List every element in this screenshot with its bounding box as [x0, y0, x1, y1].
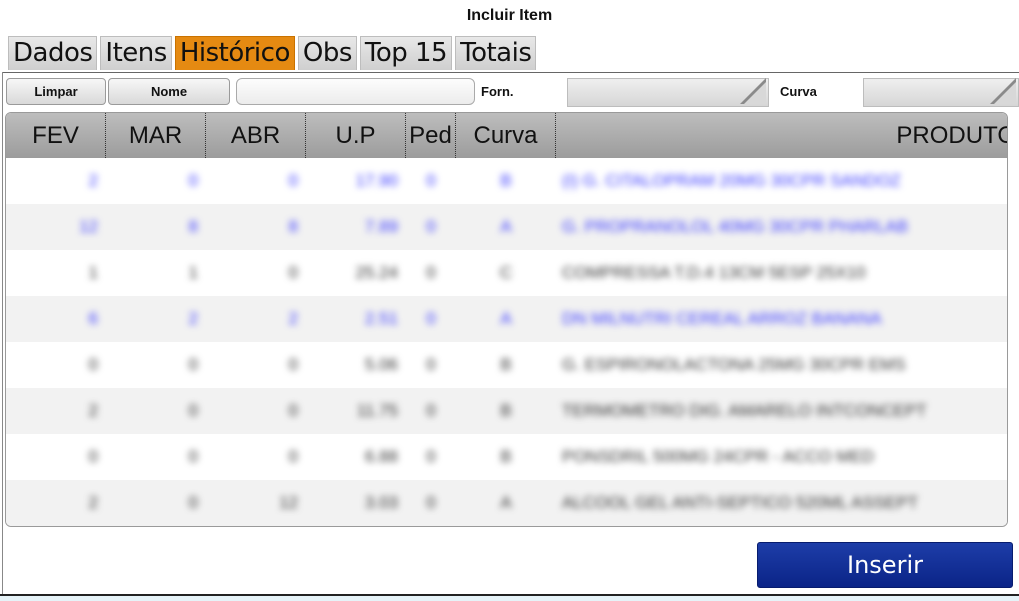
dropdown-arrow-icon: [740, 78, 766, 104]
table-cell-mar: 2: [188, 309, 198, 328]
table-cell-ped: 0: [426, 447, 436, 466]
column-header-ped[interactable]: Ped: [406, 113, 456, 158]
tab-bar: Dados Itens Histórico Obs Top 15 Totais: [8, 36, 537, 70]
column-header-abr[interactable]: ABR: [206, 113, 306, 158]
table-cell-curva: B: [500, 401, 512, 420]
table-cell-curva: B: [500, 171, 512, 190]
table-cell-abr: 8: [288, 217, 298, 236]
table-row[interactable]: 1 1 0 25.24 0 C COMPRESSA T.D.4 13CM 5ESP 25X1…: [6, 250, 1007, 296]
table-cell-abr: 2: [288, 309, 298, 328]
table-cell-ped: 0: [426, 493, 436, 512]
table-row[interactable]: 2 0 12 3.03 0 A ALCOOL GEL ANTI-SEPTICO 520ML …: [6, 480, 1007, 526]
table-cell-curva: A: [500, 217, 512, 236]
name-button[interactable]: Nome: [108, 78, 230, 105]
table-header: FEV MAR ABR U.P Ped Curva PRODUTO: [6, 113, 1007, 158]
column-header-produto[interactable]: PRODUTO: [556, 113, 1007, 158]
curve-dropdown[interactable]: [863, 78, 1019, 107]
table-cell-fev: 2: [88, 171, 98, 190]
table-cell-curva: A: [500, 309, 512, 328]
table-row[interactable]: 6 2 2 2.51 0 A DN MILNUTRI CEREAL ARROZ BANANA: [6, 296, 1007, 342]
table-row[interactable]: 0 0 0 5.06 0 B G. ESPIRONOLACTONA 25MG 30CPR E…: [6, 342, 1007, 388]
table-cell-produto: ALCOOL GEL ANTI-SEPTICO 520ML ASSEPT: [562, 493, 919, 512]
table-cell-ped: 0: [426, 171, 436, 190]
insert-button[interactable]: Inserir: [757, 542, 1013, 588]
table-cell-up: 6.88: [364, 447, 398, 466]
tab-top-15[interactable]: Top 15: [359, 36, 453, 70]
table-cell-fev: 12: [79, 217, 98, 236]
table-cell-abr: 0: [288, 447, 298, 466]
table-cell-ped: 0: [426, 263, 436, 282]
supplier-label: Forn.: [481, 84, 514, 99]
panel-border: [2, 72, 3, 595]
table-cell-produto: (I) G. CITALOPRAM 20MG 30CPR SANDOZ: [562, 171, 901, 190]
table-cell-ped: 0: [426, 355, 436, 374]
table-row[interactable]: 2 0 0 11.75 0 B TERMOMETRO DIG. AMARELO INTCON…: [6, 388, 1007, 434]
table-cell-abr: 0: [288, 171, 298, 190]
search-input[interactable]: [236, 78, 475, 105]
table-cell-up: 25.24: [355, 263, 398, 282]
tab-itens[interactable]: Itens: [100, 36, 172, 70]
table-row[interactable]: 12 8 8 7.89 0 A G. PROPRANOLOL 40MG 30CPR PHAR…: [6, 204, 1007, 250]
column-header-curva[interactable]: Curva: [456, 113, 556, 158]
table-cell-curva: C: [499, 263, 513, 282]
column-header-fev[interactable]: FEV: [6, 113, 106, 158]
table-row[interactable]: 2 0 0 17.90 0 B (I) G. CITALOPRAM 20MG 30CPR S…: [6, 158, 1007, 204]
tab-totais[interactable]: Totais: [455, 36, 537, 70]
table-cell-up: 3.03: [364, 493, 398, 512]
tab-historico[interactable]: Histórico: [174, 36, 295, 70]
table-cell-abr: 0: [288, 401, 298, 420]
table-cell-up: 7.89: [364, 217, 398, 236]
column-header-up[interactable]: U.P: [306, 113, 406, 158]
table-cell-produto: PONSDRIL 500MG 24CPR - ACCO MED: [562, 447, 875, 466]
tab-dados[interactable]: Dados: [8, 36, 98, 70]
window-title: Incluir Item: [466, 7, 553, 24]
table-cell-curva: A: [500, 493, 512, 512]
table-cell-fev: 2: [88, 401, 98, 420]
table-cell-mar: 0: [188, 401, 198, 420]
table-cell-produto: G. PROPRANOLOL 40MG 30CPR PHARLAB: [562, 217, 909, 236]
table-cell-ped: 0: [426, 401, 436, 420]
tab-obs[interactable]: Obs: [297, 36, 357, 70]
curve-label: Curva: [780, 84, 817, 99]
table-cell-mar: 0: [188, 171, 198, 190]
table-cell-mar: 0: [188, 355, 198, 374]
table-cell-curva: B: [500, 447, 512, 466]
table-cell-produto: TERMOMETRO DIG. AMARELO INTCONCEPT: [562, 401, 927, 420]
table-cell-produto: COMPRESSA T.D.4 13CM 5ESP 25X10: [562, 263, 866, 282]
status-strip: [0, 596, 1019, 601]
history-table: FEV MAR ABR U.P Ped Curva PRODUTO 2 0 0 17.…: [5, 112, 1008, 527]
supplier-dropdown[interactable]: [567, 78, 769, 107]
table-cell-curva: B: [500, 355, 512, 374]
table-cell-up: 17.90: [355, 171, 398, 190]
clear-button[interactable]: Limpar: [6, 78, 106, 105]
table-cell-fev: 0: [88, 447, 98, 466]
table-cell-fev: 6: [88, 309, 98, 328]
table-cell-mar: 0: [188, 493, 198, 512]
column-header-mar[interactable]: MAR: [106, 113, 206, 158]
table-cell-up: 11.75: [356, 401, 398, 420]
table-cell-produto: DN MILNUTRI CEREAL ARROZ BANANA: [562, 309, 882, 328]
table-cell-up: 2.51: [364, 309, 398, 328]
table-cell-fev: 1: [88, 263, 98, 282]
table-cell-mar: 8: [188, 217, 198, 236]
tab-divider: [2, 72, 1019, 73]
table-cell-fev: 0: [88, 355, 98, 374]
table-cell-mar: 1: [188, 263, 198, 282]
table-cell-mar: 0: [188, 447, 198, 466]
table-row[interactable]: 0 0 0 6.88 0 B PONSDRIL 500MG 24CPR - ACCO MED: [6, 434, 1007, 480]
table-cell-abr: 12: [279, 493, 298, 512]
table-cell-fev: 2: [88, 493, 98, 512]
dropdown-arrow-icon: [990, 78, 1016, 104]
table-cell-ped: 0: [426, 217, 436, 236]
table-cell-abr: 0: [288, 355, 298, 374]
table-cell-up: 5.06: [364, 355, 398, 374]
table-cell-produto: G. ESPIRONOLACTONA 25MG 30CPR EMS: [562, 355, 906, 374]
table-cell-abr: 0: [288, 263, 298, 282]
table-cell-ped: 0: [426, 309, 436, 328]
